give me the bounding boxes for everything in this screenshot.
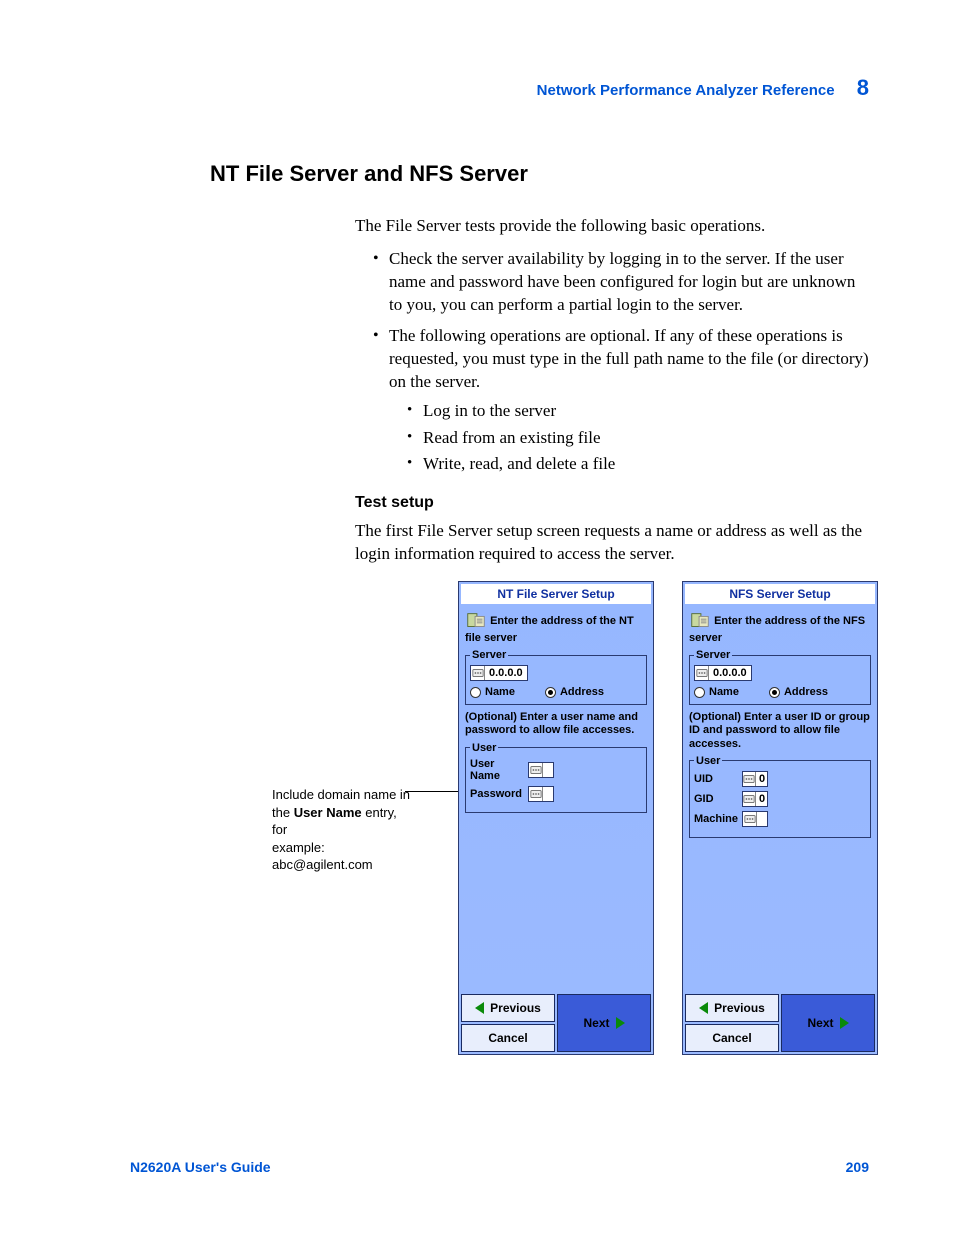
footer-page-number: 209 — [846, 1159, 869, 1175]
nfs-server-panel: NFS Server Setup Enter the address of th… — [682, 581, 878, 1055]
bullet-item: The following operations are optional. I… — [373, 325, 869, 477]
arrow-right-icon — [840, 1017, 849, 1029]
nt-file-server-panel: NT File Server Setup Enter the address o… — [458, 581, 654, 1055]
sub-bullet-item: Log in to the server — [407, 400, 869, 423]
arrow-left-icon — [475, 1002, 484, 1014]
password-input[interactable] — [528, 786, 554, 802]
section-heading: NT File Server and NFS Server — [210, 161, 869, 187]
panel-title: NT File Server Setup — [461, 584, 651, 604]
arrow-right-icon — [616, 1017, 625, 1029]
bullet-item: Check the server availability by logging… — [373, 248, 869, 317]
user-group: User UID 0 GID 0 Machine — [689, 755, 871, 838]
callout-leader-line — [405, 791, 460, 792]
nfs-instruction: Enter the address of the NFS server — [689, 610, 871, 645]
panel-title: NFS Server Setup — [685, 584, 875, 604]
callout-note: Include domain name in the User Name ent… — [272, 786, 412, 874]
nfs-optional-text: (Optional) Enter a user ID or group ID a… — [689, 711, 871, 751]
previous-button[interactable]: Previous — [685, 994, 779, 1022]
field-label: Password — [470, 788, 524, 800]
running-header-title: Network Performance Analyzer Reference — [537, 82, 835, 99]
keyboard-icon — [471, 666, 485, 680]
bullet-text: The following operations are optional. I… — [389, 326, 869, 391]
user-legend: User — [694, 755, 722, 767]
previous-button[interactable]: Previous — [461, 994, 555, 1022]
test-setup-text: The first File Server setup screen reque… — [355, 520, 869, 566]
chapter-number: 8 — [857, 75, 869, 100]
intro-paragraph: The File Server tests provide the follow… — [355, 215, 869, 238]
keyboard-icon — [695, 666, 709, 680]
cancel-button[interactable]: Cancel — [461, 1024, 555, 1052]
field-label: User Name — [470, 758, 524, 782]
field-label: UID — [694, 773, 738, 785]
nt-instruction: Enter the address of the NT file server — [465, 610, 647, 645]
sub-bullet-item: Read from an existing file — [407, 427, 869, 450]
radio-name[interactable]: Name — [470, 686, 515, 698]
running-header: Network Performance Analyzer Reference 8 — [130, 75, 869, 101]
test-setup-heading: Test setup — [355, 494, 869, 512]
cancel-button[interactable]: Cancel — [685, 1024, 779, 1052]
gid-input[interactable]: 0 — [742, 791, 768, 807]
server-address-input[interactable]: 0.0.0.0 — [694, 665, 752, 681]
uid-input[interactable]: 0 — [742, 771, 768, 787]
page-footer: N2620A User's Guide 209 — [130, 1159, 869, 1175]
server-address-input[interactable]: 0.0.0.0 — [470, 665, 528, 681]
field-label: Machine — [694, 813, 738, 825]
server-icon — [689, 610, 711, 632]
next-button[interactable]: Next — [781, 994, 875, 1052]
machine-input[interactable] — [742, 811, 768, 827]
radio-name[interactable]: Name — [694, 686, 739, 698]
server-group: Server 0.0.0.0 Name Address — [689, 649, 871, 705]
server-icon — [465, 610, 487, 632]
sub-bullet-item: Write, read, and delete a file — [407, 453, 869, 476]
field-label: GID — [694, 793, 738, 805]
radio-address[interactable]: Address — [769, 686, 828, 698]
user-group: User User Name Password — [465, 742, 647, 813]
next-button[interactable]: Next — [557, 994, 651, 1052]
user-legend: User — [470, 742, 498, 754]
username-input[interactable] — [528, 762, 554, 778]
nt-optional-text: (Optional) Enter a user name and passwor… — [465, 711, 647, 737]
server-legend: Server — [470, 649, 508, 661]
footer-guide: N2620A User's Guide — [130, 1159, 271, 1175]
arrow-left-icon — [699, 1002, 708, 1014]
server-legend: Server — [694, 649, 732, 661]
radio-address[interactable]: Address — [545, 686, 604, 698]
server-group: Server 0.0.0.0 Name Address — [465, 649, 647, 705]
